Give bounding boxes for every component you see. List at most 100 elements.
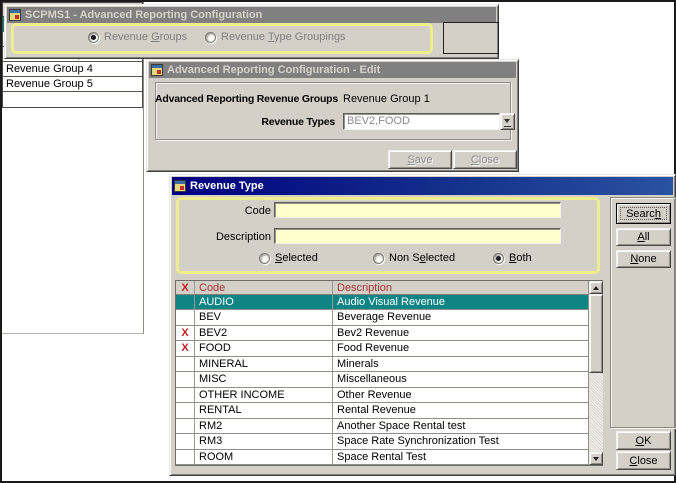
main-titlebar[interactable]: SCPMS1 - Advanced Reporting Configuratio… bbox=[7, 7, 496, 23]
radio-both-label: Both bbox=[509, 252, 532, 264]
edit-types-row: Revenue Types BEV2,FOOD bbox=[155, 113, 515, 130]
window-main: SCPMS1 - Advanced Reporting Configuratio… bbox=[4, 4, 499, 59]
code-cell: AUDIO bbox=[195, 295, 333, 309]
search-button[interactable]: Search bbox=[616, 203, 671, 224]
edit-groupbox bbox=[155, 82, 511, 140]
code-cell: MISC bbox=[195, 372, 333, 386]
x-cell bbox=[176, 434, 195, 448]
radio-revenue-groups-circle[interactable] bbox=[88, 32, 99, 43]
x-cell bbox=[176, 403, 195, 417]
edit-titlebar[interactable]: Advanced Reporting Configuration - Edit bbox=[149, 62, 516, 78]
radio-selected-circle[interactable] bbox=[259, 253, 270, 264]
table-row[interactable]: MINERAL Minerals bbox=[176, 357, 588, 372]
screenshot-root: { "colors": { "window_bg": "#d4d0c8", "t… bbox=[0, 0, 676, 483]
table-row[interactable]: AUDIO Audio Visual Revenue bbox=[176, 295, 588, 310]
app-icon bbox=[9, 9, 21, 21]
x-cell bbox=[176, 357, 195, 371]
radio-selected[interactable]: Selected bbox=[259, 252, 318, 264]
code-cell: BEV bbox=[195, 310, 333, 324]
scroll-down-button[interactable] bbox=[589, 452, 603, 465]
table-row[interactable]: X FOOD Food Revenue bbox=[176, 341, 588, 356]
description-cell: Space Rental Test bbox=[333, 450, 588, 464]
code-input[interactable] bbox=[274, 202, 561, 218]
revenue-types-combobox[interactable]: BEV2,FOOD bbox=[343, 113, 500, 130]
radio-revenue-type-groupings-circle[interactable] bbox=[205, 32, 216, 43]
x-cell: X bbox=[176, 326, 195, 340]
dropdown-bar-icon bbox=[504, 126, 511, 127]
header-x: X bbox=[176, 281, 195, 294]
scrollbar-thumb[interactable] bbox=[589, 294, 603, 373]
radio-non-selected-label: Non Selected bbox=[389, 252, 455, 264]
radio-revenue-groups-label: Revenue Groups bbox=[104, 31, 187, 43]
description-input[interactable] bbox=[274, 228, 561, 244]
table-row[interactable]: BEV Beverage Revenue bbox=[176, 310, 588, 325]
description-cell: Space Rate Synchronization Test bbox=[333, 434, 588, 448]
description-cell: Beverage Revenue bbox=[333, 310, 588, 324]
arrow-up-icon bbox=[593, 283, 599, 290]
list-empty-area bbox=[3, 92, 142, 107]
combo-dropdown-button[interactable] bbox=[500, 113, 515, 130]
edit-close-button[interactable]: Close bbox=[453, 150, 517, 169]
description-cell: Minerals bbox=[333, 357, 588, 371]
table-row[interactable]: ROOM Space Rental Test bbox=[176, 450, 588, 465]
edit-group-row: Advanced Reporting Revenue Groups Revenu… bbox=[155, 93, 511, 105]
table-header-row: X Code Description bbox=[176, 281, 588, 295]
x-cell bbox=[176, 310, 195, 324]
radio-revenue-type-groupings[interactable]: Revenue Type Groupings bbox=[205, 31, 346, 43]
dropdown-arrow-icon bbox=[504, 119, 510, 126]
edit-group-label: Advanced Reporting Revenue Groups bbox=[155, 93, 335, 105]
radio-non-selected-circle[interactable] bbox=[373, 253, 384, 264]
description-cell: Audio Visual Revenue bbox=[333, 295, 588, 309]
table-row[interactable]: RM3 Space Rate Synchronization Test bbox=[176, 434, 588, 449]
edit-types-label: Revenue Types bbox=[155, 116, 335, 128]
list-item[interactable]: Revenue Group 5 bbox=[3, 77, 142, 92]
main-window-title: SCPMS1 - Advanced Reporting Configuratio… bbox=[25, 9, 262, 21]
table-row[interactable]: MISC Miscellaneous bbox=[176, 372, 588, 387]
code-cell: RENTAL bbox=[195, 403, 333, 417]
focus-rect bbox=[620, 207, 667, 220]
table-row[interactable]: OTHER INCOME Other Revenue bbox=[176, 388, 588, 403]
code-cell: FOOD bbox=[195, 341, 333, 355]
revenue-type-window-title: Revenue Type bbox=[190, 180, 264, 192]
scrollbar-track[interactable] bbox=[589, 373, 603, 452]
description-cell: Food Revenue bbox=[333, 341, 588, 355]
table-row[interactable]: RENTAL Rental Revenue bbox=[176, 403, 588, 418]
radio-revenue-type-groupings-label: Revenue Type Groupings bbox=[221, 31, 346, 43]
radio-revenue-groups[interactable]: Revenue Groups bbox=[88, 31, 187, 43]
code-cell: BEV2 bbox=[195, 326, 333, 340]
description-cell: Miscellaneous bbox=[333, 372, 588, 386]
arrow-down-icon bbox=[593, 457, 599, 464]
table-grid: X Code Description AUDIO Audio Visual Re… bbox=[176, 281, 588, 465]
code-cell: RM3 bbox=[195, 434, 333, 448]
vertical-scrollbar[interactable] bbox=[588, 281, 602, 465]
table-row[interactable]: X BEV2 Bev2 Revenue bbox=[176, 326, 588, 341]
all-button[interactable]: All bbox=[616, 228, 671, 246]
x-cell bbox=[176, 372, 195, 386]
table-row[interactable]: RM2 Another Space Rental test bbox=[176, 419, 588, 434]
app-icon bbox=[151, 64, 163, 76]
close-button[interactable]: Close bbox=[616, 451, 671, 470]
header-code[interactable]: Code bbox=[195, 281, 333, 294]
radio-both[interactable]: Both bbox=[493, 252, 532, 264]
window-revenue-type: Revenue Type Code Description Selected N… bbox=[169, 174, 676, 476]
description-cell: Another Space Rental test bbox=[333, 419, 588, 433]
main-side-box bbox=[443, 22, 499, 54]
description-cell: Bev2 Revenue bbox=[333, 326, 588, 340]
ok-button[interactable]: OK bbox=[616, 431, 671, 450]
none-button[interactable]: None bbox=[616, 250, 671, 268]
window-edit: Advanced Reporting Configuration - Edit … bbox=[146, 59, 519, 172]
save-button[interactable]: Save bbox=[388, 150, 452, 169]
revenue-type-titlebar[interactable]: Revenue Type bbox=[172, 177, 673, 195]
radio-both-circle[interactable] bbox=[493, 253, 504, 264]
header-description[interactable]: Description bbox=[333, 281, 588, 294]
radio-non-selected[interactable]: Non Selected bbox=[373, 252, 455, 264]
code-cell: ROOM bbox=[195, 450, 333, 464]
list-item[interactable]: Revenue Group 4 bbox=[3, 62, 142, 77]
scroll-up-button[interactable] bbox=[589, 281, 603, 294]
description-label: Description bbox=[201, 231, 271, 243]
edit-group-value: Revenue Group 1 bbox=[343, 93, 430, 105]
x-cell: X bbox=[176, 341, 195, 355]
code-cell: RM2 bbox=[195, 419, 333, 433]
code-cell: OTHER INCOME bbox=[195, 388, 333, 402]
x-cell bbox=[176, 295, 195, 309]
